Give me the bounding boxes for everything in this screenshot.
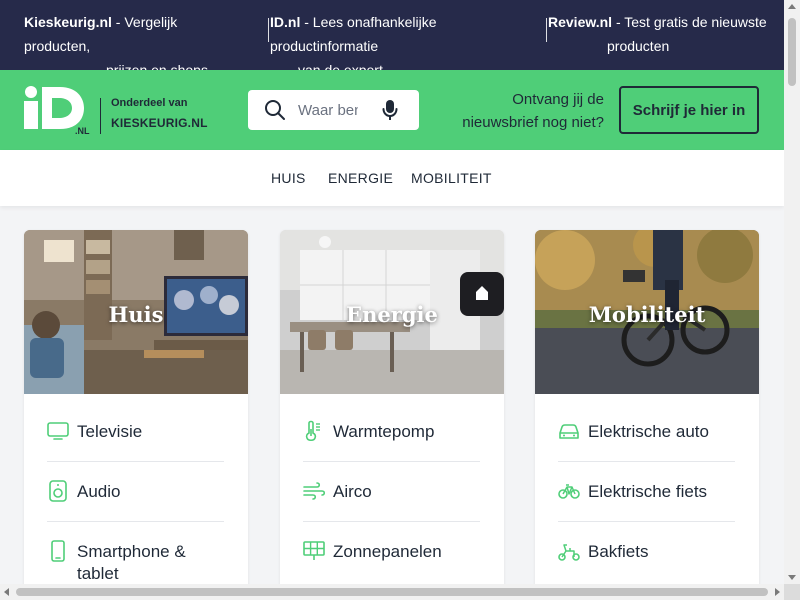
category-item-elektrische-fiets[interactable]: Elektrische fiets [558, 462, 735, 522]
vertical-scrollbar[interactable] [784, 0, 800, 584]
category-item-airco[interactable]: Airco [303, 462, 480, 522]
category-item-audio[interactable]: Audio [47, 462, 224, 522]
car-icon [559, 424, 579, 439]
topbar-divider [268, 18, 269, 42]
card-title: Energie [346, 302, 438, 327]
search-input[interactable] [298, 100, 358, 120]
onderdeel-van-label: Onderdeel van [111, 97, 188, 109]
main-nav: HUIS ENERGIE MOBILITEIT [0, 150, 784, 206]
kieskeurig-logo[interactable]: KIESKEURIG.NL [111, 116, 208, 130]
scroll-thumb[interactable] [16, 588, 768, 596]
horizontal-scrollbar[interactable] [0, 584, 784, 600]
cargo-bike-icon [558, 544, 580, 561]
nav-item-mobiliteit[interactable]: MOBILITEIT [411, 170, 492, 186]
category-card-huis: Huis Televisie Audio Smartphone & tablet [24, 230, 248, 600]
category-item-label: Warmtepomp [333, 422, 435, 441]
solar-panel-icon [303, 541, 325, 560]
scroll-up-icon[interactable] [788, 4, 796, 9]
tv-icon [47, 422, 69, 440]
search-icon [265, 100, 285, 120]
category-item-label: Elektrische auto [588, 422, 709, 441]
scroll-down-icon[interactable] [788, 575, 796, 580]
category-item-elektrische-auto[interactable]: Elektrische auto [558, 402, 735, 462]
newsletter-text: nieuwsbrief nog niet? [462, 114, 604, 131]
search-box[interactable] [248, 90, 419, 130]
wind-icon [303, 482, 325, 500]
top-network-bar: Kieskeurig.nl - Vergelijk producten, pri… [0, 0, 784, 78]
newsletter-prompt: Ontvang jij de nieuwsbrief nog niet? [450, 88, 604, 134]
category-item-zonnepanelen[interactable]: Zonnepanelen [303, 522, 480, 582]
logo-divider [100, 98, 101, 134]
category-item-bakfiets[interactable]: Bakfiets [558, 522, 735, 582]
topbar-brand-id[interactable]: ID.nl [270, 14, 300, 30]
category-item-label: Smartphone & tablet [77, 542, 186, 583]
category-item-label: Audio [77, 482, 121, 501]
category-item-televisie[interactable]: Televisie [47, 402, 224, 462]
scroll-thumb[interactable] [788, 18, 796, 86]
category-item-smartphone[interactable]: Smartphone & tablet [47, 522, 224, 583]
site-header: .NL Onderdeel van KIESKEURIG.NL Ontvang … [0, 70, 784, 150]
topbar-review[interactable]: Review.nl - Test gratis de nieuwste prod… [548, 10, 778, 58]
nav-item-huis[interactable]: HUIS [271, 170, 306, 186]
topbar-text: - Test gratis de nieuwste [612, 14, 767, 30]
category-item-label: Bakfiets [588, 542, 649, 561]
subscribe-button[interactable]: Schrijf je hier in [619, 86, 759, 134]
scrollbar-corner [784, 584, 800, 600]
scroll-right-icon[interactable] [775, 588, 780, 596]
topbar-brand-kieskeurig[interactable]: Kieskeurig.nl [24, 14, 112, 30]
nav-item-energie[interactable]: ENERGIE [328, 170, 393, 186]
svg-text:.NL: .NL [75, 126, 90, 135]
bicycle-icon [558, 484, 580, 499]
category-item-warmtepomp[interactable]: Warmtepomp [303, 402, 480, 462]
category-item-label: Airco [333, 482, 372, 501]
microphone-icon[interactable] [382, 99, 398, 121]
category-card-energie: Energie Warmtepomp Airco Zonnepanelen [280, 230, 504, 600]
thermometer-icon [305, 420, 320, 442]
newsletter-text: Ontvang jij de [512, 91, 604, 108]
speaker-icon [49, 480, 67, 502]
category-item-label: Televisie [77, 422, 143, 441]
category-item-label: Zonnepanelen [333, 542, 442, 561]
topbar-text: producten [607, 38, 670, 54]
card-title: Mobiliteit [588, 302, 706, 327]
scroll-left-icon[interactable] [4, 588, 9, 596]
id-logo[interactable]: .NL [22, 85, 96, 135]
energie-image[interactable]: Energie [280, 230, 504, 394]
category-item-label: Elektrische fiets [588, 482, 708, 501]
topbar-brand-review[interactable]: Review.nl [548, 14, 612, 30]
topbar-divider [546, 18, 547, 42]
card-title: Huis [108, 302, 164, 327]
huis-image[interactable]: Huis [24, 230, 248, 394]
smartphone-icon [51, 540, 65, 562]
category-card-mobiliteit: Mobiliteit Elektrische auto Elektrische … [535, 230, 759, 600]
mobiliteit-image[interactable]: Mobiliteit [535, 230, 759, 394]
